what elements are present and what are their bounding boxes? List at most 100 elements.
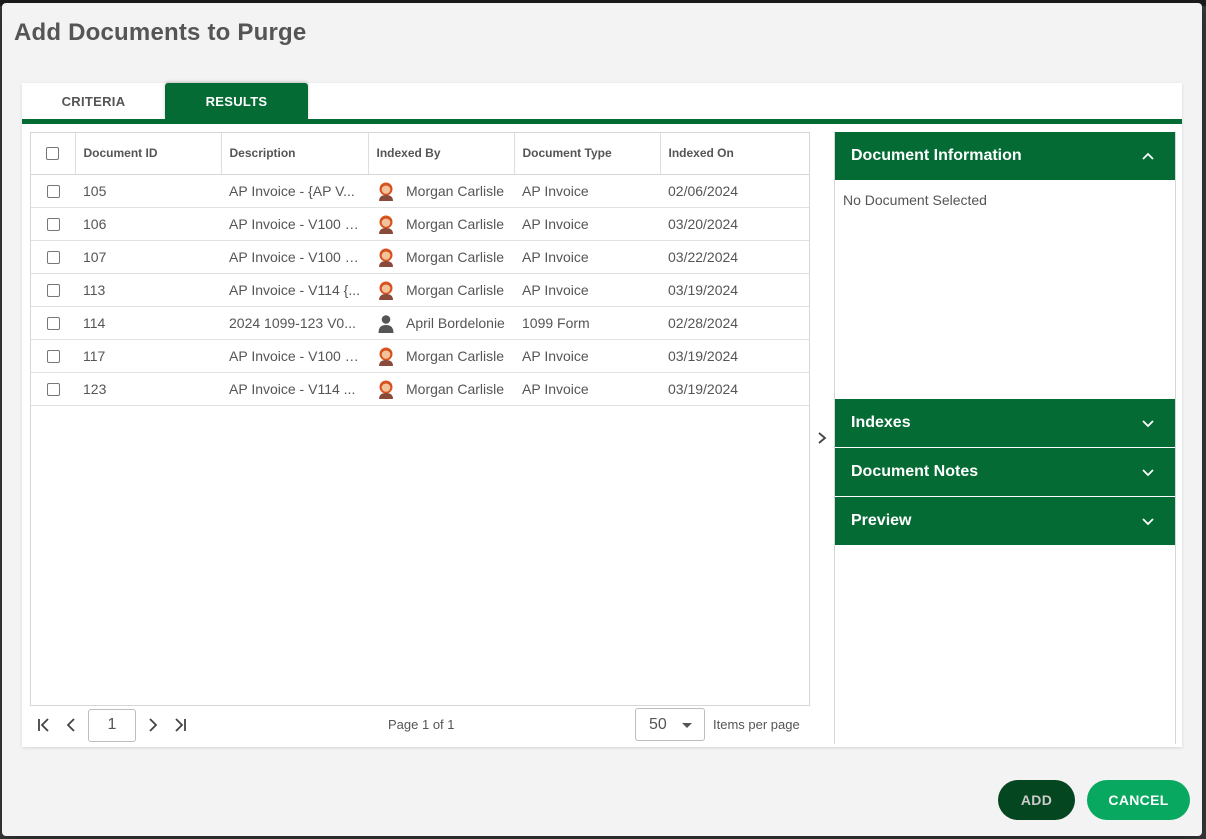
cell-document-type: AP Invoice (514, 273, 660, 307)
row-checkbox[interactable] (46, 317, 60, 331)
cell-document-type: AP Invoice (514, 339, 660, 373)
table-header-row: Document ID Description Indexed By Docum… (31, 133, 809, 175)
column-header-indexed-by[interactable]: Indexed By (368, 133, 515, 175)
select-all-checkbox[interactable] (46, 147, 60, 161)
accordion-title: Document Notes (851, 463, 979, 480)
row-checkbox[interactable] (46, 218, 60, 232)
table-row[interactable]: 117 AP Invoice - V100 {... Morgan Carlisle… (31, 339, 809, 373)
cell-description: AP Invoice - V114 ... (221, 372, 368, 406)
female-avatar-icon (379, 281, 393, 300)
cell-indexed-on: 03/20/2024 (660, 207, 809, 241)
indexed-by-user: Morgan Carlisle (376, 280, 506, 300)
first-page-icon (38, 718, 49, 732)
accordion-title: Indexes (851, 414, 911, 431)
cell-indexed-on: 02/06/2024 (660, 174, 809, 208)
indexed-by-user: April Bordelonie (376, 313, 506, 333)
dialog-title: Add Documents to Purge (14, 19, 307, 46)
column-header-document-type[interactable]: Document Type (514, 133, 661, 175)
row-checkbox-cell (31, 207, 75, 241)
user-name: April Bordelonie (406, 314, 505, 331)
page-number-input[interactable] (88, 708, 136, 742)
chevron-up-icon (1142, 152, 1154, 160)
table-row[interactable]: 107 AP Invoice - V100 {... Morgan Carlisle… (31, 240, 809, 274)
table-row[interactable]: 106 AP Invoice - V100 {... Morgan Carlisle… (31, 207, 809, 241)
accordion-title: Document Information (851, 147, 1022, 164)
table-row[interactable]: 105 AP Invoice - {AP V... Morgan Carlisle A… (31, 174, 809, 208)
add-button[interactable]: ADD (998, 780, 1075, 820)
chevron-down-icon (1142, 469, 1154, 477)
row-checkbox[interactable] (46, 251, 60, 265)
accordion-title: Preview (851, 512, 912, 529)
table-row[interactable]: 123 AP Invoice - V114 ... Morgan Carlisle A… (31, 372, 809, 406)
cell-document-type: AP Invoice (514, 372, 660, 406)
row-checkbox[interactable] (46, 284, 60, 298)
cell-indexed-by: Morgan Carlisle (368, 174, 514, 208)
last-page-icon (175, 718, 186, 732)
female-avatar-icon (379, 248, 393, 267)
indexed-by-user: Morgan Carlisle (376, 379, 506, 399)
column-header-indexed-on[interactable]: Indexed On (660, 133, 809, 175)
document-info-empty-text: No Document Selected (843, 192, 987, 208)
row-checkbox-cell (31, 372, 75, 406)
accordion-document-information[interactable]: Document Information (835, 132, 1175, 180)
chevron-down-icon (1142, 518, 1154, 526)
row-checkbox-cell (31, 306, 75, 340)
cell-indexed-on: 03/19/2024 (660, 339, 809, 373)
row-checkbox[interactable] (46, 185, 60, 199)
tab-criteria[interactable]: CRITERIA (22, 83, 165, 119)
cell-description: AP Invoice - V100 {... (221, 207, 368, 241)
cell-document-id: 106 (75, 207, 221, 241)
add-documents-dialog: Add Documents to Purge CRITERIA RESULTS … (2, 3, 1202, 836)
cell-indexed-by: Morgan Carlisle (368, 339, 514, 373)
user-name: Morgan Carlisle (406, 248, 505, 265)
accordion-preview[interactable]: Preview (835, 497, 1175, 545)
indexed-by-user: Morgan Carlisle (376, 181, 506, 201)
column-header-description[interactable]: Description (221, 133, 369, 175)
cell-document-type: AP Invoice (514, 207, 660, 241)
cell-document-id: 107 (75, 240, 221, 274)
table-row[interactable]: 113 AP Invoice - V114 {... Morgan Carlisle… (31, 273, 809, 307)
cell-indexed-by: Morgan Carlisle (368, 207, 514, 241)
accordion-indexes[interactable]: Indexes (835, 399, 1175, 447)
cell-description: AP Invoice - V114 {... (221, 273, 368, 307)
tab-results[interactable]: RESULTS (165, 83, 308, 119)
user-name: Morgan Carlisle (406, 347, 505, 364)
tab-underline (22, 119, 1182, 124)
next-page-button[interactable] (138, 711, 166, 739)
cell-document-type: 1099 Form (514, 306, 660, 340)
cell-document-id: 114 (75, 306, 221, 340)
previous-page-button[interactable] (58, 711, 86, 739)
document-side-panel: Document Information No Document Selecte… (834, 132, 1176, 744)
cell-document-type: AP Invoice (514, 174, 660, 208)
row-checkbox-cell (31, 339, 75, 373)
cancel-button[interactable]: CANCEL (1087, 780, 1190, 820)
cell-document-id: 117 (75, 339, 221, 373)
first-page-button[interactable] (30, 711, 58, 739)
female-avatar-icon (379, 215, 393, 234)
user-name: Morgan Carlisle (406, 215, 505, 232)
tab-bar: CRITERIA RESULTS (22, 83, 308, 119)
column-header-document-id[interactable]: Document ID (75, 133, 222, 175)
results-grid: Document ID Description Indexed By Docum… (30, 132, 810, 706)
accordion-document-notes[interactable]: Document Notes (835, 448, 1175, 496)
cell-description: AP Invoice - {AP V... (221, 174, 368, 208)
cell-description: AP Invoice - V100 {... (221, 339, 368, 373)
cell-document-id: 123 (75, 372, 221, 406)
select-all-header (31, 133, 76, 175)
items-per-page-label: Items per page (713, 717, 800, 732)
chevron-right-icon[interactable] (814, 428, 830, 448)
last-page-button[interactable] (166, 711, 194, 739)
row-checkbox[interactable] (46, 383, 60, 397)
results-table: Document ID Description Indexed By Docum… (31, 133, 809, 406)
cell-document-id: 113 (75, 273, 221, 307)
items-per-page-select[interactable]: 50 (635, 708, 705, 741)
cell-document-type: AP Invoice (514, 240, 660, 274)
cell-indexed-by: Morgan Carlisle (368, 240, 514, 274)
row-checkbox-cell (31, 174, 75, 208)
cell-indexed-on: 03/22/2024 (660, 240, 809, 274)
table-row[interactable]: 114 2024 1099-123 V0... April Bordelonie 10… (31, 306, 809, 340)
row-checkbox[interactable] (46, 350, 60, 364)
female-avatar-icon (379, 380, 393, 399)
cell-description: AP Invoice - V100 {... (221, 240, 368, 274)
chevron-right-icon (149, 718, 158, 732)
